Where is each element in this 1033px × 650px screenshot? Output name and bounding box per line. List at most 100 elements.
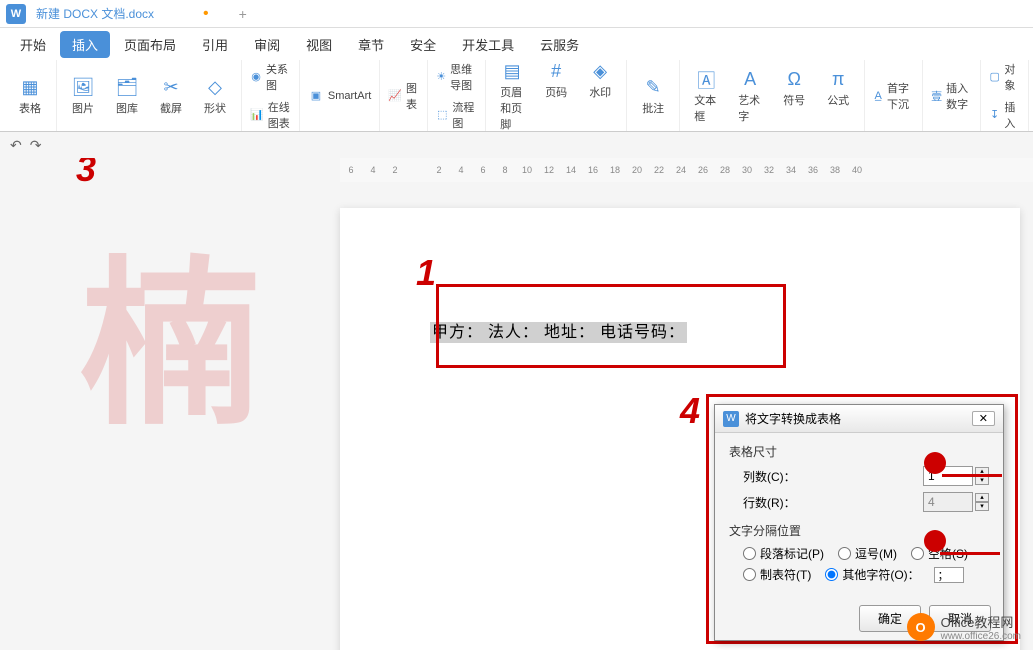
insert-icon: ↧ (989, 107, 1000, 123)
menu-page-layout[interactable]: 页面布局 (112, 31, 188, 58)
menu-security[interactable]: 安全 (398, 31, 448, 58)
object-icon: ▢ (989, 69, 1000, 85)
size-group-label: 表格尺寸 (729, 443, 989, 460)
picture-button[interactable]: 🖼图片 (63, 74, 103, 118)
redo-button[interactable]: ↷ (30, 137, 42, 154)
new-tab-button[interactable]: + (239, 6, 247, 22)
header-footer-icon: ▤ (500, 60, 524, 84)
menu-insert[interactable]: 插入 (60, 31, 110, 58)
footer-brand: O Office教程网 www.office26.com (907, 612, 1021, 642)
rows-label: 行数(R)： (743, 494, 813, 511)
separator-group-label: 文字分隔位置 (729, 522, 989, 539)
screenshot-button[interactable]: ✂截屏 (151, 74, 191, 118)
annotation-box-1 (436, 284, 786, 368)
picture-icon: 🖼 (71, 76, 95, 100)
annotation-1: 1 (416, 252, 436, 294)
annotation-dot-space (924, 530, 946, 552)
watermark-icon: ◈ (588, 60, 612, 84)
header-footer-button[interactable]: ▤页眉和页脚 (492, 60, 532, 132)
brand-icon: O (907, 613, 935, 641)
dialog-app-icon: W (723, 411, 739, 427)
radio-tab-input[interactable] (743, 568, 756, 581)
symbol-button[interactable]: Ω符号 (774, 66, 814, 126)
comment-button[interactable]: ✎批注 (633, 74, 673, 118)
smartart-button[interactable]: ▣SmartArt (304, 86, 375, 106)
flowchart-icon: ⬚ (436, 107, 448, 123)
wordart-button[interactable]: A艺术字 (730, 66, 770, 126)
flowchart-button[interactable]: ⬚流程图 (432, 97, 481, 133)
spin-up-icon: ▴ (975, 493, 989, 502)
dropcap-button[interactable]: A̲首字下沉 (869, 78, 918, 114)
gallery-button[interactable]: 🗂图库 (107, 74, 147, 118)
dialog-title-text: 将文字转换成表格 (745, 410, 841, 427)
dialog-close-button[interactable]: ✕ (972, 411, 995, 426)
dialog-titlebar[interactable]: W 将文字转换成表格 ✕ (715, 405, 1003, 433)
workspace: 楠 GO 6 4 2 2 4 6 8 10 12 14 16 18 20 22 … (0, 158, 1033, 650)
menu-start[interactable]: 开始 (8, 31, 58, 58)
brand-url: www.office26.com (941, 631, 1021, 642)
radio-tab[interactable]: 制表符(T) (743, 566, 811, 583)
horizontal-ruler[interactable]: 6 4 2 2 4 6 8 10 12 14 16 18 20 22 24 26… (340, 158, 1033, 182)
title-bar: W 新建 DOCX 文档.docx • + (0, 0, 1033, 28)
online-chart-icon: 📊 (250, 107, 264, 123)
page-number-button[interactable]: #页码 (536, 60, 576, 132)
menu-cloud[interactable]: 云服务 (528, 31, 591, 58)
rows-input (923, 492, 973, 512)
menu-devtools[interactable]: 开发工具 (450, 31, 526, 58)
radio-comma[interactable]: 逗号(M) (838, 545, 897, 562)
menu-references[interactable]: 引用 (190, 31, 240, 58)
rows-row: 行数(R)： ▴▾ (743, 492, 989, 512)
textbox-icon: 🄰 (694, 68, 718, 92)
smartart-icon: ▣ (308, 88, 324, 104)
dropcap-icon: A̲ (873, 88, 883, 104)
columns-label: 列数(C)： (743, 468, 813, 485)
chart-button[interactable]: 📈图表 (384, 78, 423, 114)
undo-button[interactable]: ↶ (10, 137, 22, 154)
menu-chapter[interactable]: 章节 (346, 31, 396, 58)
menu-view[interactable]: 视图 (294, 31, 344, 58)
document-title[interactable]: 新建 DOCX 文档.docx (32, 5, 158, 22)
equation-button[interactable]: π公式 (818, 66, 858, 126)
watermark-button[interactable]: ◈水印 (580, 60, 620, 132)
menu-review[interactable]: 审阅 (242, 31, 292, 58)
wordart-icon: A (738, 68, 762, 92)
mindmap-button[interactable]: ☀思维导图 (432, 60, 481, 95)
insert-button[interactable]: ↧插入 (985, 97, 1024, 133)
relation-icon: ◉ (250, 69, 262, 85)
rows-spinner: ▴▾ (975, 493, 989, 511)
menu-bar: 开始 插入 页面布局 引用 审阅 视图 章节 安全 开发工具 云服务 (0, 28, 1033, 60)
number-icon: 壹 (931, 88, 942, 104)
insert-number-button[interactable]: 壹插入数字 (927, 78, 976, 114)
watermark-text-1: 楠 (80, 198, 260, 459)
annotation-underline-columns (942, 474, 1002, 477)
radio-other-input[interactable] (825, 568, 838, 581)
relation-button[interactable]: ◉关系图 (246, 60, 295, 95)
radio-paragraph[interactable]: 段落标记(P) (743, 545, 824, 562)
chart-icon: 📈 (388, 88, 402, 104)
app-icon: W (6, 4, 26, 24)
comment-icon: ✎ (641, 76, 665, 100)
spin-down-icon[interactable]: ▾ (975, 476, 989, 485)
symbol-icon: Ω (782, 68, 806, 92)
radio-paragraph-input[interactable] (743, 547, 756, 560)
radio-comma-input[interactable] (838, 547, 851, 560)
annotation-4: 4 (680, 390, 700, 432)
object-button[interactable]: ▢对象 (985, 60, 1024, 95)
quick-access-bar: ↶ ↷ (0, 132, 1033, 158)
online-chart-button[interactable]: 📊在线图表 (246, 97, 295, 133)
table-icon: ▦ (18, 76, 42, 100)
other-char-input[interactable] (934, 567, 964, 583)
shape-icon: ◇ (203, 76, 227, 100)
radio-space-input[interactable] (911, 547, 924, 560)
spin-down-icon: ▾ (975, 502, 989, 511)
tab-modified-dot: • (203, 5, 209, 23)
dialog-body: 表格尺寸 列数(C)： ▴▾ 行数(R)： ▴▾ 文字分隔位置 段落标记(P) … (715, 433, 1003, 597)
screenshot-icon: ✂ (159, 76, 183, 100)
annotation-3: 3 (76, 158, 96, 190)
convert-text-to-table-dialog: W 将文字转换成表格 ✕ 表格尺寸 列数(C)： ▴▾ 行数(R)： ▴▾ 文字… (714, 404, 1004, 641)
equation-icon: π (826, 68, 850, 92)
textbox-button[interactable]: 🄰文本框 (686, 66, 726, 126)
shape-button[interactable]: ◇形状 (195, 74, 235, 118)
table-button[interactable]: ▦ 表格 (10, 74, 50, 118)
radio-other[interactable]: 其他字符(O)： (825, 566, 919, 583)
